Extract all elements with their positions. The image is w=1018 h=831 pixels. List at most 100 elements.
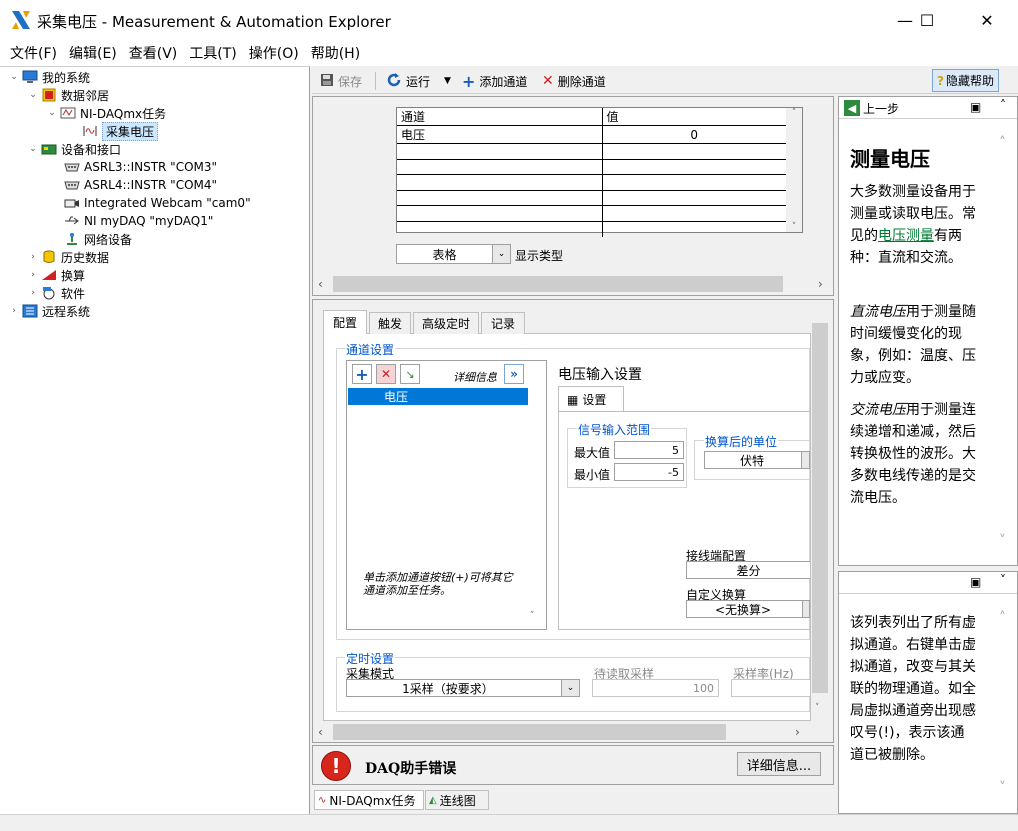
back-button[interactable]: 上一步 <box>863 100 899 117</box>
tab-daqmx-task[interactable]: ∿ NI-DAQmx任务 <box>314 790 424 810</box>
tab-config[interactable]: 配置 <box>323 310 367 334</box>
remove-channel-icon[interactable]: ✕ <box>376 364 396 384</box>
tree-node-devices[interactable]: ⌄ 设备和接口 <box>27 140 121 158</box>
menu-operate[interactable]: 操作(O) <box>243 43 305 63</box>
scroll-left-icon[interactable]: ‹ <box>318 725 323 739</box>
rate-input[interactable] <box>731 679 810 697</box>
help-paragraph-1: 大多数测量设备用于测量或读取电压。常见的电压测量有两种：直流和交流。 <box>850 184 976 266</box>
chevron-down-icon <box>802 601 809 617</box>
window-title: 采集电压 - Measurement & Automation Explorer <box>37 13 391 31</box>
dock-window-icon[interactable]: ▣ <box>970 575 981 589</box>
configuration-tree: ⌄ 我的系统 ⌄ 数据邻居 ⌄ NI-DAQmx任务 采集电压 ⌄ 设备和接口 … <box>0 66 310 814</box>
scroll-down-icon[interactable]: ˅ <box>815 703 820 713</box>
scroll-down-icon[interactable]: ˅ <box>999 780 1006 796</box>
scroll-right-icon[interactable]: › <box>818 277 823 291</box>
value-cell: 0 <box>601 125 786 144</box>
devices-icon <box>41 142 57 156</box>
tree-node-asrl3[interactable]: ASRL3::INSTR "COM3" <box>62 158 217 176</box>
details-label[interactable]: 详细信息 <box>453 369 497 385</box>
tree-node-task-voltage[interactable]: 采集电压 <box>80 121 159 141</box>
expand-details-icon[interactable]: » <box>504 364 524 384</box>
tree-node-data-neighborhood[interactable]: ⌄ 数据邻居 <box>27 86 109 104</box>
chevron-right-icon[interactable]: › <box>8 306 20 316</box>
tab-connection-diagram[interactable]: ◭ 连线图 <box>425 790 489 810</box>
menu-tools[interactable]: 工具(T) <box>183 43 242 63</box>
add-channel-plus-icon[interactable]: + <box>352 364 372 384</box>
voltage-task-icon: ∿ <box>318 794 327 806</box>
wiring-diagram-icon: ◭ <box>429 794 437 806</box>
tree-node-software[interactable]: › 软件 <box>27 284 85 302</box>
dock-window-icon[interactable]: ▣ <box>970 100 981 114</box>
chevron-down-icon[interactable]: ⌄ <box>27 90 39 100</box>
custom-scale-select[interactable]: <无换算> <box>686 600 810 618</box>
settings-subtab[interactable]: ▦ 设置 <box>558 386 624 412</box>
tree-node-network[interactable]: 网络设备 <box>62 230 132 248</box>
scrollbar-thumb[interactable] <box>812 323 828 693</box>
error-details-button[interactable]: 详细信息... <box>737 752 821 776</box>
tree-node-mydaq[interactable]: NI myDAQ "myDAQ1" <box>62 212 213 230</box>
terminal-config-select[interactable]: 差分 <box>686 561 810 579</box>
tree-node-remote[interactable]: › 远程系统 <box>8 302 90 320</box>
scroll-up-icon[interactable]: ˄ <box>999 135 1006 151</box>
menu-view[interactable]: 查看(V) <box>123 43 184 63</box>
table-vertical-scrollbar[interactable]: ˄ ˅ <box>786 108 802 232</box>
display-type-select[interactable]: 表格 ⌄ <box>396 244 511 264</box>
scroll-down-icon[interactable]: ˅ <box>530 611 535 621</box>
samples-to-read-input[interactable]: 100 <box>592 679 719 697</box>
change-physical-channel-icon[interactable]: ↘ <box>400 364 420 384</box>
add-channel-button[interactable]: + 添加通道 <box>462 71 527 91</box>
display-type-label: 显示类型 <box>515 249 564 263</box>
scroll-right-icon[interactable]: › <box>795 725 800 739</box>
menu-edit[interactable]: 编辑(E) <box>63 43 123 63</box>
tree-node-history[interactable]: › 历史数据 <box>27 248 109 266</box>
tab-logging[interactable]: 记录 <box>481 312 525 334</box>
scrollbar-thumb[interactable] <box>333 276 783 292</box>
tab-trigger[interactable]: 触发 <box>369 312 411 334</box>
top-horizontal-scrollbar[interactable]: ‹ › <box>313 274 833 294</box>
chevron-up-icon[interactable]: ˄ <box>1000 98 1006 112</box>
help-paragraph-3: 交流电压用于测量连续递增和递减，然后转换极性的波形。大多数电线传递的是交流电压。 <box>850 402 976 506</box>
voltage-input-settings-title: 电压输入设置 <box>558 367 642 383</box>
menu-bar: 文件(F) 编辑(E) 查看(V) 工具(T) 操作(O) 帮助(H) <box>0 40 1018 66</box>
max-value-input[interactable]: 5 <box>614 441 684 459</box>
chevron-right-icon[interactable]: › <box>27 270 39 280</box>
tree-node-my-system[interactable]: ⌄ 我的系统 <box>8 68 90 86</box>
tab-advanced-timing[interactable]: 高级定时 <box>413 312 479 334</box>
menu-file[interactable]: 文件(F) <box>4 43 63 63</box>
chevron-down-icon[interactable]: ⌄ <box>46 108 58 118</box>
channel-list-item-selected[interactable]: 电压 <box>348 388 528 405</box>
chevron-right-icon[interactable]: › <box>27 252 39 262</box>
data-neighborhood-icon <box>41 88 57 102</box>
scroll-down-icon[interactable]: ˅ <box>999 533 1006 549</box>
hide-help-button[interactable]: ? 隐藏帮助 <box>932 69 999 92</box>
chevron-down-icon[interactable]: ⌄ <box>8 72 20 82</box>
run-button[interactable]: 运行 <box>386 71 430 91</box>
voltage-measurement-link[interactable]: 电压测量 <box>878 228 934 244</box>
tree-node-daqmx-tasks[interactable]: ⌄ NI-DAQmx任务 <box>46 104 166 122</box>
tree-node-webcam[interactable]: Integrated Webcam "cam0" <box>62 194 251 212</box>
config-vertical-scrollbar[interactable]: ˅ <box>811 323 829 721</box>
close-button[interactable]: ✕ <box>958 0 1016 40</box>
tree-node-scaling[interactable]: › 换算 <box>27 266 85 284</box>
run-dropdown-arrow[interactable]: ▼ <box>444 71 451 91</box>
scroll-up-icon[interactable]: ˄ <box>999 610 1006 626</box>
back-arrow-icon[interactable]: ◀ <box>844 100 860 116</box>
tree-label: 换算 <box>61 268 86 283</box>
menu-help[interactable]: 帮助(H) <box>305 43 366 63</box>
delete-channel-button[interactable]: ✕ 删除通道 <box>542 71 606 91</box>
table-row[interactable]: 电压 0 <box>397 125 786 144</box>
save-button[interactable]: 保存 <box>320 71 362 91</box>
network-device-icon <box>64 232 80 246</box>
chevron-down-icon[interactable]: ˅ <box>1000 573 1006 587</box>
chevron-right-icon[interactable]: › <box>27 288 39 298</box>
usb-icon <box>64 214 80 228</box>
scroll-left-icon[interactable]: ‹ <box>318 277 323 291</box>
acquisition-mode-select[interactable]: 1采样（按要求） ⌄ <box>346 679 580 697</box>
maximize-button[interactable]: ☐ <box>898 0 956 40</box>
scaled-units-select[interactable]: 伏特 <box>704 451 810 469</box>
chevron-down-icon[interactable]: ⌄ <box>27 144 39 154</box>
scrollbar-thumb[interactable] <box>333 724 726 740</box>
min-value-input[interactable]: -5 <box>614 463 684 481</box>
bottom-horizontal-scrollbar[interactable]: ‹ › <box>313 722 833 742</box>
tree-node-asrl4[interactable]: ASRL4::INSTR "COM4" <box>62 176 217 194</box>
